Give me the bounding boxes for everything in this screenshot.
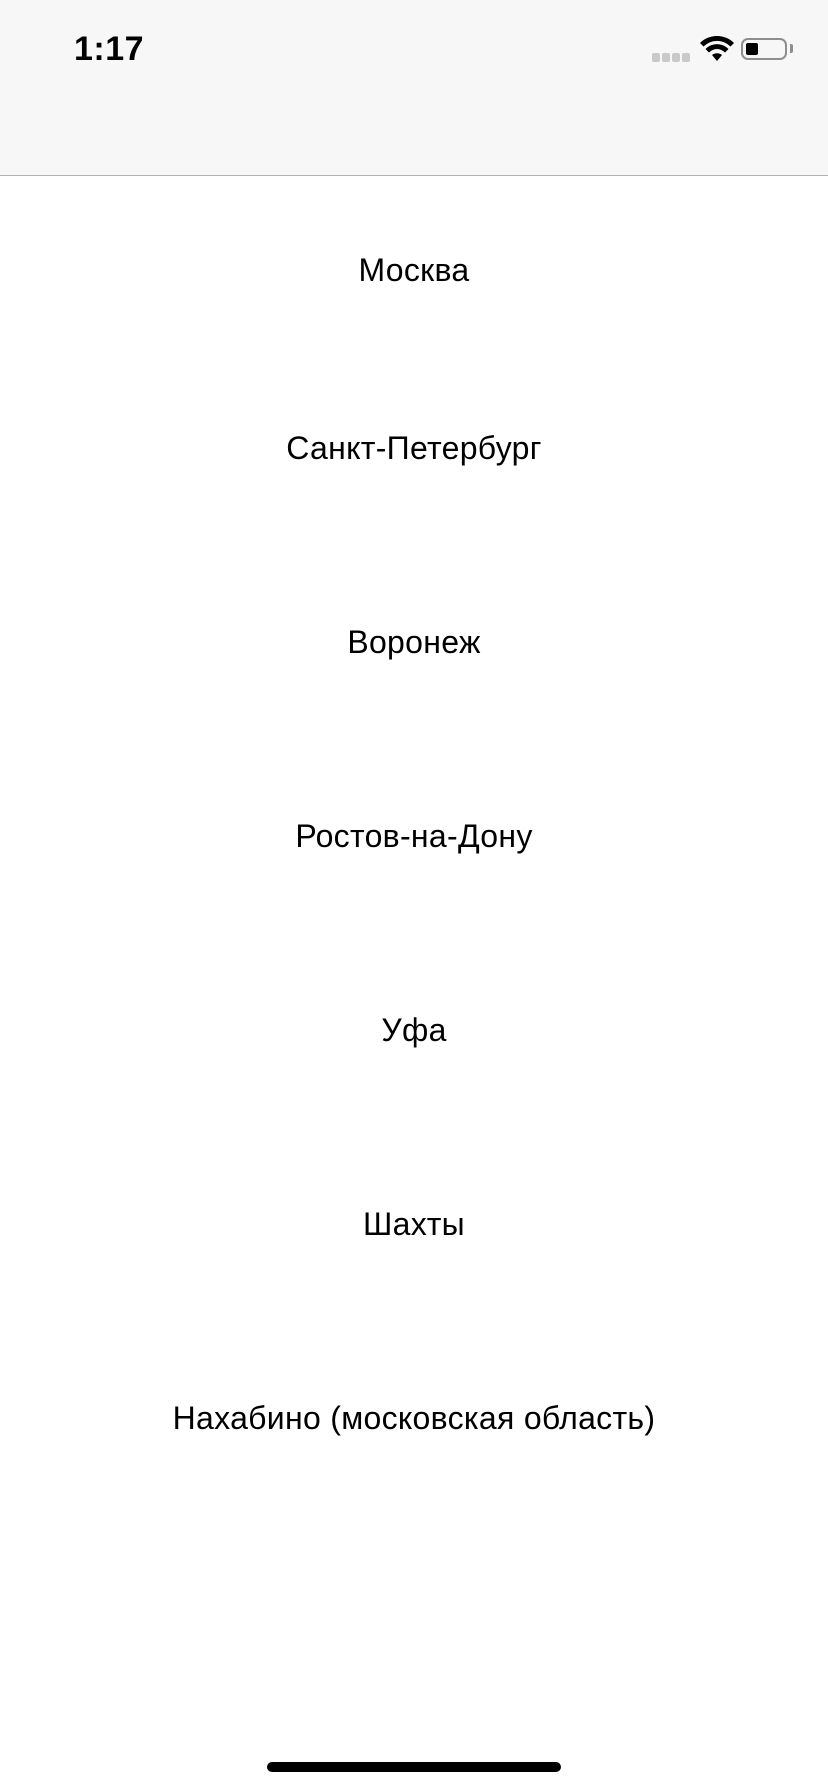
list-item-city[interactable]: Шахты [0, 1114, 828, 1334]
status-bar: 1:17 [0, 0, 828, 176]
city-list: Москва Санкт-Петербург Воронеж Ростов-на… [0, 176, 828, 1528]
status-time: 1:17 [74, 30, 145, 68]
list-item-city[interactable]: Уфа [0, 920, 828, 1140]
home-indicator[interactable] [267, 1762, 561, 1772]
battery-level [746, 43, 758, 55]
wifi-icon [700, 36, 734, 61]
list-item-city[interactable]: Воронеж [0, 532, 828, 752]
list-item-city[interactable]: Ростов-на-Дону [0, 726, 828, 946]
list-item-city[interactable]: Москва [0, 176, 828, 364]
battery-icon [741, 38, 787, 60]
cellular-signal-icon [652, 53, 692, 63]
list-item-city[interactable]: Нахабино (московская область) [0, 1308, 828, 1528]
battery-cap [790, 44, 793, 53]
list-item-city[interactable]: Санкт-Петербург [0, 338, 828, 558]
